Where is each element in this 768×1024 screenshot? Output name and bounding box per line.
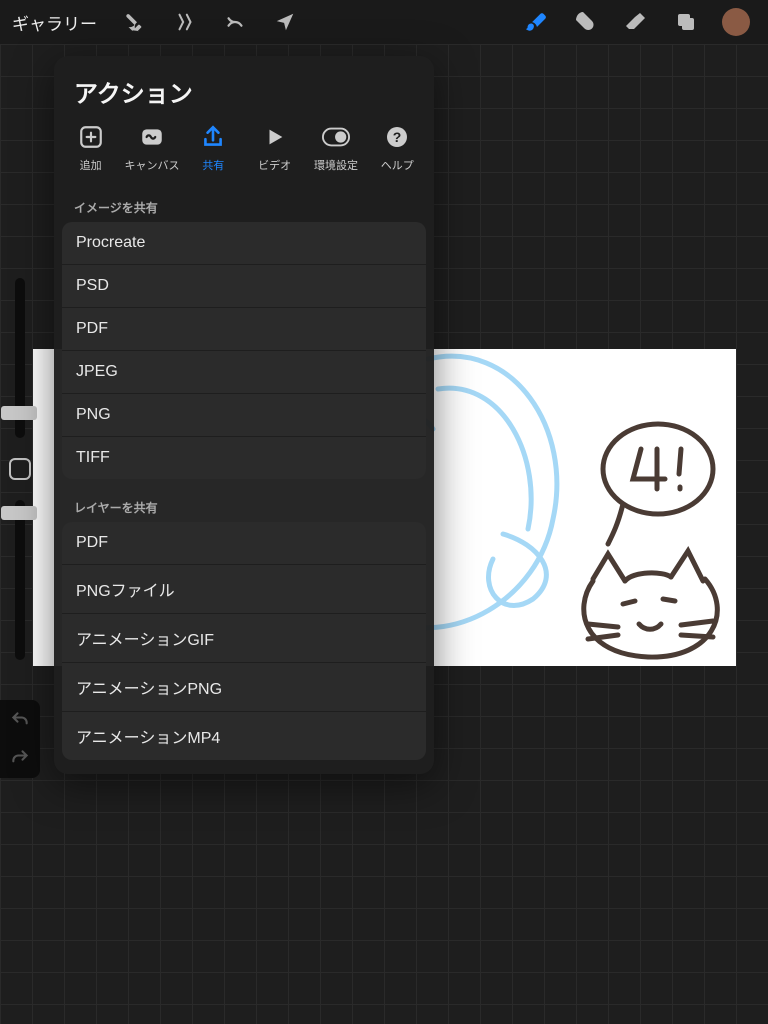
eraser-icon[interactable]	[616, 2, 656, 42]
actions-popover: アクション 追加 キャンバス 共有 ビデオ	[54, 56, 434, 774]
share-option-png[interactable]: PNG	[62, 394, 426, 437]
slider-thumb[interactable]	[1, 406, 37, 420]
tab-label: 共有	[202, 157, 224, 173]
selection-icon[interactable]	[215, 2, 255, 42]
brush-size-slider[interactable]	[15, 278, 25, 438]
modify-button[interactable]	[9, 458, 31, 480]
share-icon	[199, 123, 227, 151]
tab-add[interactable]: 追加	[62, 123, 120, 173]
share-layer-mp4[interactable]: アニメーションMP4	[62, 712, 426, 760]
share-layer-pdf[interactable]: PDF	[62, 522, 426, 565]
gallery-button[interactable]: ギャラリー	[12, 10, 105, 35]
share-layer-gif[interactable]: アニメーションGIF	[62, 614, 426, 663]
color-picker[interactable]	[716, 2, 756, 42]
canvas-icon	[138, 123, 166, 151]
color-chip-icon	[722, 8, 750, 36]
tab-label: 環境設定	[314, 157, 358, 173]
tab-label: 追加	[80, 157, 102, 173]
help-icon: ?	[383, 123, 411, 151]
share-option-procreate[interactable]: Procreate	[62, 222, 426, 265]
smudge-icon[interactable]	[566, 2, 606, 42]
tab-prefs[interactable]: 環境設定	[307, 123, 365, 173]
tab-help[interactable]: ? ヘルプ	[368, 123, 426, 173]
undo-icon[interactable]	[10, 710, 30, 730]
tab-share[interactable]: 共有	[184, 123, 242, 173]
share-option-jpeg[interactable]: JPEG	[62, 351, 426, 394]
section-heading: イメージを共有	[54, 185, 434, 222]
popover-title: アクション	[54, 74, 434, 123]
svg-text:?: ?	[393, 129, 402, 145]
layers-icon[interactable]	[666, 2, 706, 42]
wrench-icon[interactable]	[115, 2, 155, 42]
tab-label: ヘルプ	[381, 157, 414, 173]
brush-icon[interactable]	[516, 2, 556, 42]
tab-label: キャンバス	[124, 157, 179, 173]
share-option-tiff[interactable]: TIFF	[62, 437, 426, 479]
tab-canvas[interactable]: キャンバス	[123, 123, 181, 173]
brush-opacity-slider[interactable]	[15, 500, 25, 660]
share-layer-apng[interactable]: アニメーションPNG	[62, 663, 426, 712]
share-section-image: イメージを共有 Procreate PSD PDF JPEG PNG TIFF	[54, 185, 434, 479]
share-option-psd[interactable]: PSD	[62, 265, 426, 308]
transform-icon[interactable]	[265, 2, 305, 42]
add-icon	[77, 123, 105, 151]
prefs-icon	[322, 123, 350, 151]
slider-thumb[interactable]	[1, 506, 37, 520]
share-option-pdf[interactable]: PDF	[62, 308, 426, 351]
share-section-layers: レイヤーを共有 PDF PNGファイル アニメーションGIF アニメーションPN…	[54, 485, 434, 760]
video-icon	[261, 123, 289, 151]
top-toolbar: ギャラリー	[0, 0, 768, 44]
adjustments-icon[interactable]	[165, 2, 205, 42]
share-layer-pngfiles[interactable]: PNGファイル	[62, 565, 426, 614]
redo-icon[interactable]	[10, 748, 30, 768]
tab-video[interactable]: ビデオ	[246, 123, 304, 173]
section-heading: レイヤーを共有	[54, 485, 434, 522]
undo-redo-panel	[0, 700, 40, 778]
tab-label: ビデオ	[258, 157, 291, 173]
action-tabs: 追加 キャンバス 共有 ビデオ 環境設定	[54, 123, 434, 185]
